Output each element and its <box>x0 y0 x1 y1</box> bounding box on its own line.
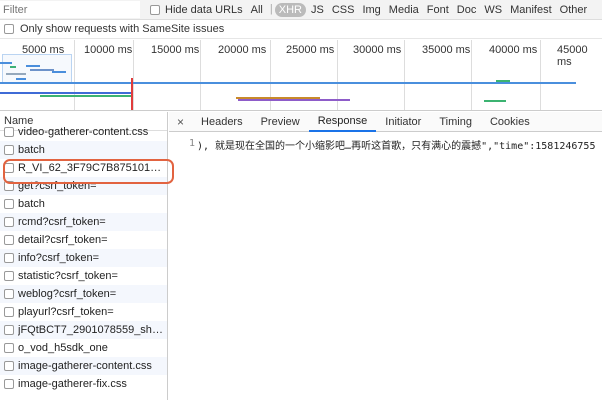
tab-timing[interactable]: Timing <box>430 112 481 132</box>
request-name: playurl?csrf_token= <box>18 306 114 318</box>
tab-cookies[interactable]: Cookies <box>481 112 539 132</box>
filter-input[interactable] <box>0 1 140 18</box>
tick-label: 45000 ms <box>557 44 588 68</box>
type-manifest[interactable]: Manifest <box>507 3 555 17</box>
type-js[interactable]: JS <box>308 3 327 17</box>
type-xhr[interactable]: XHR <box>274 2 306 17</box>
list-item[interactable]: detail?csrf_token= <box>0 231 167 249</box>
list-item[interactable]: batch <box>0 195 167 213</box>
type-separator: | <box>269 2 273 15</box>
list-item[interactable]: info?csrf_token= <box>0 249 167 267</box>
request-name: weblog?csrf_token= <box>18 288 117 300</box>
tick-label: 30000 ms <box>353 44 402 56</box>
type-ws[interactable]: WS <box>481 3 505 17</box>
request-name: batch <box>18 198 45 210</box>
detail-tabs: × Headers Preview Response Initiator Tim… <box>169 112 602 132</box>
list-item[interactable]: playurl?csrf_token= <box>0 303 167 321</box>
hide-data-urls-label: Hide data URLs <box>165 3 243 16</box>
list-item[interactable]: o_vod_h5sdk_one <box>0 339 167 357</box>
list-item[interactable]: batch <box>0 141 167 159</box>
file-icon <box>4 343 14 353</box>
type-media[interactable]: Media <box>386 3 422 17</box>
request-name: batch <box>18 144 45 156</box>
timeline-bar <box>238 99 350 101</box>
file-icon <box>4 271 14 281</box>
file-icon <box>4 145 14 155</box>
list-item[interactable]: weblog?csrf_token= <box>0 285 167 303</box>
file-icon <box>4 217 14 227</box>
samesite-checkbox[interactable] <box>4 24 14 34</box>
type-img[interactable]: Img <box>359 3 383 17</box>
hide-data-urls-checkbox[interactable] <box>150 4 160 15</box>
file-icon <box>4 325 14 335</box>
request-name: info?csrf_token= <box>18 252 100 264</box>
list-item[interactable]: get?csrf_token= <box>0 177 167 195</box>
request-name: o_vod_h5sdk_one <box>18 342 108 354</box>
request-name: video-gatherer-content.css <box>18 126 149 138</box>
type-font[interactable]: Font <box>424 3 452 17</box>
samesite-label: Only show requests with SameSite issues <box>20 23 225 35</box>
type-other[interactable]: Other <box>557 3 591 17</box>
file-icon <box>4 307 14 317</box>
overview-window[interactable] <box>2 54 72 84</box>
tick-label: 25000 ms <box>286 44 335 56</box>
response-text[interactable]: ), 就是现在全国的一个小缩影吧…再听这首歌，只有满心的震撼","time":1… <box>197 137 595 152</box>
tab-initiator[interactable]: Initiator <box>376 112 430 132</box>
line-number: 1 <box>188 138 195 149</box>
file-icon <box>4 235 14 245</box>
type-css[interactable]: CSS <box>329 3 358 17</box>
timeline-bar <box>496 80 510 82</box>
list-item[interactable]: image-gatherer-content.css <box>0 357 167 375</box>
timeline-bar <box>40 95 132 97</box>
file-icon <box>4 361 14 371</box>
request-name: detail?csrf_token= <box>18 234 108 246</box>
tab-response[interactable]: Response <box>308 112 377 132</box>
timeline-bar <box>484 100 506 102</box>
close-icon[interactable]: × <box>169 115 192 129</box>
list-item[interactable]: rcmd?csrf_token= <box>0 213 167 231</box>
tick-label: 40000 ms <box>489 44 538 56</box>
request-name: jFQtBCT7_2901078559_shd.... <box>18 324 167 336</box>
tick-label: 35000 ms <box>422 44 471 56</box>
tick-label: 10000 ms <box>84 44 133 56</box>
file-icon <box>4 163 14 173</box>
type-doc[interactable]: Doc <box>454 3 480 17</box>
tick-label: 15000 ms <box>151 44 200 56</box>
type-all[interactable]: All <box>248 3 266 17</box>
tab-headers[interactable]: Headers <box>192 112 252 132</box>
file-icon <box>4 379 14 389</box>
file-icon <box>4 253 14 263</box>
request-name: image-gatherer-content.css <box>18 360 152 372</box>
list-item[interactable]: statistic?csrf_token= <box>0 267 167 285</box>
timeline-bar <box>0 82 576 84</box>
request-name: get?csrf_token= <box>18 180 97 192</box>
timeline-overview[interactable]: 5000 ms 10000 ms 15000 ms 20000 ms 25000… <box>0 40 602 111</box>
list-item[interactable]: image-gatherer-fix.css <box>0 375 167 393</box>
tab-preview[interactable]: Preview <box>252 112 309 132</box>
list-item[interactable]: jFQtBCT7_2901078559_shd.... <box>0 321 167 339</box>
hide-data-urls-option[interactable]: Hide data URLs <box>150 4 243 16</box>
request-name: R_VI_62_3F79C7B87510106... <box>18 162 167 174</box>
request-name: image-gatherer-fix.css <box>18 378 127 390</box>
time-marker <box>131 78 133 110</box>
request-name: rcmd?csrf_token= <box>18 216 106 228</box>
file-icon <box>4 199 14 209</box>
list-item-selected[interactable]: R_VI_62_3F79C7B87510106... <box>0 159 167 177</box>
file-icon <box>4 289 14 299</box>
request-name: statistic?csrf_token= <box>18 270 118 282</box>
samesite-option[interactable]: Only show requests with SameSite issues <box>0 20 602 39</box>
tick-label: 20000 ms <box>218 44 267 56</box>
request-list: Name video-gatherer-content.css batch R_… <box>0 112 168 400</box>
file-icon <box>4 181 14 191</box>
type-filters: All | XHR JS CSS Img Media Font Doc WS M… <box>248 2 591 17</box>
file-icon <box>4 127 14 137</box>
response-body[interactable]: 1 ), 就是现在全国的一个小缩影吧…再听这首歌，只有满心的震撼","time"… <box>169 133 602 400</box>
filter-bar: Hide data URLs All | XHR JS CSS Img Medi… <box>0 0 602 20</box>
timeline-bar <box>0 92 132 94</box>
list-item[interactable]: video-gatherer-content.css <box>0 123 167 141</box>
